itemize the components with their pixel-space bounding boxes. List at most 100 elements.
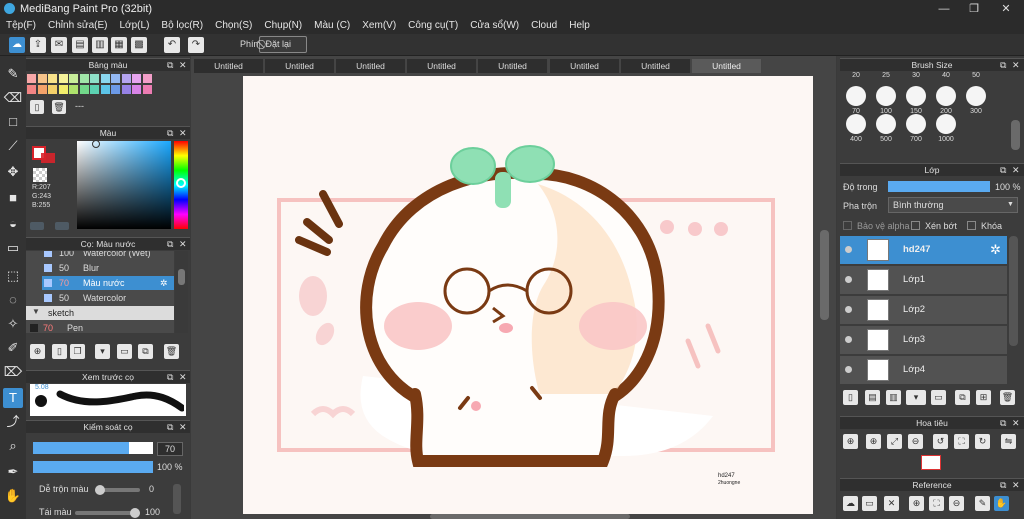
tab-untitled-1[interactable]: Untitled: [194, 59, 264, 73]
clipping-checkbox[interactable]: [911, 221, 920, 230]
reload-slider-handle[interactable]: [130, 508, 140, 518]
palette-swatch[interactable]: [142, 85, 152, 94]
palette-swatch[interactable]: [58, 85, 68, 94]
layer-scrollbar[interactable]: [1009, 236, 1018, 346]
minimize-button[interactable]: —: [930, 0, 958, 17]
reset-button[interactable]: ⃠ Đặt lại: [259, 36, 307, 53]
maximize-button[interactable]: ❐: [960, 0, 988, 17]
rotate-right-icon[interactable]: ↻: [975, 434, 990, 449]
brush-tool-icon[interactable]: ✎: [3, 64, 23, 84]
bucket-tool-icon[interactable]: ◒: [3, 214, 23, 234]
reference-zoom-out-icon[interactable]: ⊖: [949, 496, 964, 511]
layer-row-hd247[interactable]: hd247 ✲: [840, 236, 1007, 265]
reference-fit-icon[interactable]: ⛶: [929, 496, 944, 511]
eraser-tool-icon[interactable]: ⌫: [3, 88, 23, 108]
menu-filter[interactable]: Bộ lọc(R): [155, 20, 209, 31]
menu-color[interactable]: Màu (C): [308, 20, 356, 31]
size-slider[interactable]: [33, 442, 153, 454]
layer-row-lop2[interactable]: Lớp2: [840, 296, 1007, 325]
reference-open-icon[interactable]: ▭: [862, 496, 877, 511]
pen-tool-icon[interactable]: ✒: [3, 462, 23, 482]
palette-swatch[interactable]: [100, 85, 110, 94]
tab-untitled-2[interactable]: Untitled: [265, 59, 335, 73]
close-panel-icon[interactable]: ✕: [179, 238, 187, 251]
cloud-icon[interactable]: ☁: [9, 37, 25, 53]
secondary-color-swatch[interactable]: [41, 153, 55, 163]
palette-swatch[interactable]: [37, 74, 47, 83]
palette-swatch[interactable]: [132, 74, 141, 83]
move-tool-icon[interactable]: ✥: [3, 162, 23, 182]
brush-size-option[interactable]: [906, 114, 926, 134]
layer-opacity-slider[interactable]: [888, 181, 990, 192]
palette-swatch[interactable]: [79, 85, 89, 94]
menu-cloud[interactable]: Cloud: [525, 20, 563, 31]
palette-swatch[interactable]: [111, 74, 120, 83]
layer-row-lop3[interactable]: Lớp3: [840, 326, 1007, 355]
select-pen-tool-icon[interactable]: ✐: [3, 338, 23, 358]
tab-untitled-5[interactable]: Untitled: [478, 59, 548, 73]
close-panel-icon[interactable]: ✕: [179, 59, 187, 72]
color-saturation-field[interactable]: [77, 141, 171, 229]
gradient-tool-icon[interactable]: ▭: [3, 238, 23, 258]
list-item[interactable]: 50 Watercolor: [42, 291, 174, 305]
tab-untitled-3[interactable]: Untitled: [336, 59, 406, 73]
layer-folder-icon[interactable]: ▭: [931, 390, 946, 405]
layer-blend-select[interactable]: Bình thường ▼: [888, 197, 1018, 213]
brush-folder-menu-icon[interactable]: ▾: [95, 344, 110, 359]
palette-swatch[interactable]: [69, 74, 78, 83]
lasso-tool-icon[interactable]: ◌: [3, 290, 23, 310]
menu-select[interactable]: Chọn(S): [209, 20, 258, 31]
reference-close-icon[interactable]: ✕: [884, 496, 899, 511]
list-item[interactable]: 70 Màu nước ✲: [42, 276, 174, 290]
brush-size-option[interactable]: [876, 114, 896, 134]
palette-swatch[interactable]: [111, 85, 120, 94]
transparent-swatch[interactable]: [33, 168, 47, 182]
apps-icon[interactable]: ▩: [131, 37, 147, 53]
duplicate-layer-icon[interactable]: ⧉: [955, 390, 970, 405]
close-window-button[interactable]: ✕: [992, 0, 1020, 17]
tab-untitled-7[interactable]: Untitled: [621, 59, 691, 73]
palette-swatch[interactable]: [90, 85, 99, 94]
reference-eyedropper-icon[interactable]: ✎: [975, 496, 990, 511]
blend-slider-handle[interactable]: [95, 485, 105, 495]
share-icon[interactable]: ⇪: [30, 37, 46, 53]
undock-icon[interactable]: ⧉: [1000, 59, 1006, 72]
menu-layer[interactable]: Lớp(L): [114, 20, 156, 31]
size-value[interactable]: 70: [157, 442, 183, 456]
canvas-vertical-scrollbar[interactable]: [820, 230, 829, 320]
close-panel-icon[interactable]: ✕: [1012, 164, 1020, 177]
fill-rect-tool-icon[interactable]: ■: [3, 188, 23, 208]
menu-snap[interactable]: Chụp(N): [258, 20, 308, 31]
palette-swatch[interactable]: [69, 85, 78, 94]
fit-window-icon[interactable]: ⛶: [954, 434, 969, 449]
menu-tools[interactable]: Công cụ(T): [402, 20, 464, 31]
delete-layer-icon[interactable]: 🗑: [1000, 390, 1015, 405]
redo-icon[interactable]: ↷: [188, 37, 204, 53]
tab-untitled-6[interactable]: Untitled: [550, 59, 620, 73]
visibility-eye-icon[interactable]: [845, 276, 852, 283]
delete-brush-icon[interactable]: 🗑: [164, 344, 179, 359]
palette-swatch[interactable]: [79, 74, 89, 83]
brush-size-option[interactable]: [936, 86, 956, 106]
list-item[interactable]: 50 Blur: [42, 261, 174, 275]
flip-icon[interactable]: ⇋: [1001, 434, 1016, 449]
lock-checkbox[interactable]: [967, 221, 976, 230]
folder-icon[interactable]: ▭: [117, 344, 132, 359]
select-eraser-tool-icon[interactable]: ⌦: [3, 362, 23, 382]
undock-icon[interactable]: ⧉: [167, 371, 173, 384]
undock-icon[interactable]: ⧉: [1000, 417, 1006, 430]
undock-icon[interactable]: ⧉: [1000, 479, 1006, 492]
text-tool-icon[interactable]: T: [3, 388, 23, 408]
add-brush-icon[interactable]: ⊕: [30, 344, 45, 359]
comment-icon[interactable]: ✉: [51, 37, 67, 53]
undock-icon[interactable]: ⧉: [1000, 164, 1006, 177]
layer-row-lop4[interactable]: Lớp4: [840, 356, 1007, 385]
brush-size-scrollbar[interactable]: [1011, 120, 1020, 150]
brush-size-option[interactable]: [846, 114, 866, 134]
brush-list-scrollbar[interactable]: [175, 251, 188, 333]
new-halftone-layer-icon[interactable]: ▤: [865, 390, 880, 405]
zoom-in-icon[interactable]: ⊕: [843, 434, 858, 449]
layer-add-menu-icon[interactable]: ▾: [906, 390, 926, 405]
palette-swatch[interactable]: [100, 74, 110, 83]
close-panel-icon[interactable]: ✕: [179, 371, 187, 384]
